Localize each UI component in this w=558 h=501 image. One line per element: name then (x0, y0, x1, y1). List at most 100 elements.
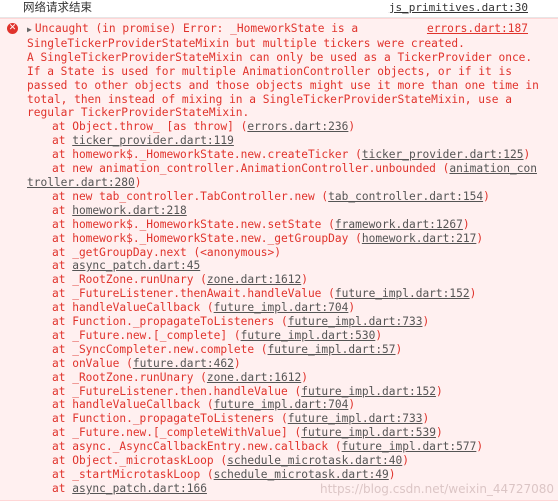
stack-frame-link[interactable]: future_impl.dart:733 (288, 412, 423, 425)
stack-frame-link[interactable]: schedule_microtask.dart:40 (227, 454, 402, 467)
stack-frame-suffix: ) (483, 189, 490, 203)
stack-frame: at handleValueCallback (future_impl.dart… (27, 301, 530, 315)
stack-frame-link[interactable]: async_patch.dart:166 (72, 482, 207, 495)
stack-frame-text: at new tab_controller.TabController.new … (52, 189, 329, 203)
stack-frame-link[interactable]: future_impl.dart:704 (214, 301, 349, 314)
stack-frame: at new animation_controller.AnimationCon… (27, 162, 537, 190)
stack-frame-suffix: ) (301, 273, 308, 287)
stack-frame-link[interactable]: framework.dart:1267 (335, 218, 463, 231)
stack-frame: at onValue (future.dart:462) (27, 357, 530, 371)
stack-frame-link[interactable]: future_impl.dart:57 (268, 343, 396, 356)
error-description: SingleTickerProviderStateMixin but multi… (27, 37, 539, 120)
stack-frame: at _getGroupDay.next (<anonymous>) (27, 246, 530, 260)
stack-frame-suffix: ) (348, 301, 356, 315)
console-log-row: 网络请求结束 js_primitives.dart:30 (0, 0, 558, 18)
stack-frame-link[interactable]: zone.dart:1612 (207, 273, 301, 286)
stack-frame: at new tab_controller.TabController.new … (27, 190, 530, 204)
stack-frame-text: at Object.throw_ [as throw] ( (52, 120, 248, 134)
stack-frame-link[interactable]: homework.dart:218 (72, 204, 187, 217)
stack-frame: at _RootZone.runUnary (zone.dart:1612) (27, 273, 530, 287)
stack-frame-text: at Function._propagateToListeners ( (52, 315, 288, 329)
stack-frame: at _Future.new.[_completeWithValue] (fut… (27, 426, 530, 440)
stack-frame-suffix: ) (422, 412, 430, 426)
error-description-line: If a State is used for multiple Animatio… (27, 64, 512, 78)
stack-frame-link[interactable]: errors.dart:236 (247, 120, 348, 133)
stack-frame-link[interactable]: future_impl.dart:539 (301, 426, 436, 439)
watermark: https://blog.csdn.net/weixin_44727080 (319, 482, 554, 497)
error-first-line: Uncaught (in promise) Error: _HomeworkSt… (34, 22, 359, 35)
stack-frame-text: at _FutureListener.then.handleValue ( (52, 384, 302, 398)
stack-frame-text: at _RootZone.runUnary ( (52, 273, 207, 287)
stack-frame-text: at onValue ( (52, 356, 133, 370)
stack-frame-text: at (52, 259, 73, 273)
stack-frame-link[interactable]: future_impl.dart:733 (288, 315, 423, 328)
stack-frame-text: at homework$._HomeworkState.new._getGrou… (52, 231, 362, 245)
stack-frame-link[interactable]: schedule_microtask.dart:49 (214, 468, 389, 481)
stack-frame-text: at async._AsyncCallbackEntry.new.callbac… (52, 440, 342, 454)
stack-frame: at _startMicrotaskLoop (schedule_microta… (27, 468, 530, 482)
stack-frame-text: at handleValueCallback ( (52, 398, 214, 412)
error-text: ▶ Uncaught (in promise) Error: _HomeworkS… (27, 22, 539, 496)
stack-frame: at async_patch.dart:45 (27, 259, 530, 273)
stack-frame-suffix: ) (462, 217, 470, 231)
stack-frame-link[interactable]: ticker_provider.dart:119 (72, 134, 234, 147)
stack-frame-suffix: ) (395, 342, 403, 356)
stack-frame-suffix: ) (469, 287, 477, 301)
error-description-line: regular TickerProviderStateMixin. (27, 106, 250, 120)
stack-frame: at ticker_provider.dart:119 (27, 134, 530, 148)
log-message: 网络请求结束 (23, 0, 92, 14)
stack-frame-link[interactable]: homework.dart:217 (362, 232, 477, 245)
stack-frame: at async._AsyncCallbackEntry.new.callbac… (27, 440, 530, 454)
stack-frame-text: at homework$._HomeworkState.new.createTi… (52, 148, 362, 162)
stack-frame: at Function._propagateToListeners (futur… (27, 412, 530, 426)
stack-frame-suffix: ) (435, 384, 443, 398)
error-icon: ✕ (7, 23, 18, 34)
stack-frame-link[interactable]: animation_con (449, 162, 537, 175)
stack-frame-text: at Function._propagateToListeners ( (52, 412, 288, 426)
stack-frame-text: at _getGroupDay.next (<anonymous>) (52, 245, 282, 259)
stack-frame-link[interactable]: future_impl.dart:704 (214, 398, 349, 411)
stack-frame: at _RootZone.runUnary (zone.dart:1612) (27, 371, 530, 385)
stack-frame-text: at _RootZone.runUnary ( (52, 370, 207, 384)
stack-frame-link[interactable]: future_impl.dart:152 (301, 385, 436, 398)
stack-frame-text: at homework$._HomeworkState.new.setState… (52, 217, 335, 231)
stack-frame-link[interactable]: zone.dart:1612 (207, 371, 301, 384)
stack-frame-text: at handleValueCallback ( (52, 301, 214, 315)
stack-frame-suffix: ) (523, 148, 531, 162)
stack-frame: at _SyncCompleter.new.complete (future_i… (27, 343, 530, 357)
error-description-line: passed to other objects and those object… (27, 78, 539, 92)
stack-frame-link[interactable]: future_impl.dart:152 (335, 287, 470, 300)
stack-frame: at _FutureListener.thenAwait.handleValue… (27, 287, 530, 301)
stack-frame-link[interactable]: tab_controller.dart:154 (328, 190, 483, 203)
stack-frame-link[interactable]: async_patch.dart:45 (72, 259, 200, 272)
stack-frame-link[interactable]: future_impl.dart:530 (241, 329, 376, 342)
stack-frame-text: at (52, 134, 73, 148)
stack-frame-suffix: ) (476, 231, 484, 245)
stack-frame-text: at _FutureListener.thenAwait.handleValue… (52, 287, 335, 301)
stack-frame-suffix: ) (233, 356, 241, 370)
stack-frame: at homework$._HomeworkState.new.createTi… (27, 148, 530, 162)
stack-frame: at Function._propagateToListeners (futur… (27, 315, 530, 329)
stack-frame: at Object.throw_ [as throw] (errors.dart… (27, 120, 530, 134)
stack-frame: at homework.dart:218 (27, 204, 530, 218)
stack-frame-text: at _SyncCompleter.new.complete ( (52, 342, 268, 356)
error-description-line: total, then instead of mixing in a Singl… (27, 92, 512, 106)
stack-frame-text: at _startMicrotaskLoop ( (52, 468, 214, 481)
stack-frame: at _Future.new.[_complete] (future_impl.… (27, 329, 530, 343)
stack-frame-suffix: ) (388, 468, 396, 481)
stack-frame: at Object._microtaskLoop (schedule_micro… (27, 454, 530, 468)
stack-frame-suffix: ) (402, 454, 409, 468)
log-source-link[interactable]: js_primitives.dart:30 (389, 1, 528, 15)
stack-frame-link[interactable]: ticker_provider.dart:125 (362, 148, 524, 161)
stack-frame-link-continued[interactable]: troller.dart:280 (27, 176, 135, 189)
stack-frame: at handleValueCallback (future_impl.dart… (27, 398, 530, 412)
stack-frame-link[interactable]: future_impl.dart:577 (342, 440, 477, 453)
stack-frame-text: at new animation_controller.AnimationCon… (52, 162, 450, 176)
stack-frame-suffix: ) (348, 120, 356, 134)
stack-frame-text: at _Future.new.[_completeWithValue] ( (52, 426, 302, 440)
expand-triangle-icon[interactable]: ▶ (27, 25, 32, 34)
stack-frame-text: at (52, 481, 73, 495)
stack-frame-link[interactable]: future.dart:462 (133, 357, 234, 370)
error-message-block: ✕ errors.dart:187 ▶ Uncaught (in promise)… (0, 18, 558, 501)
stack-frame-suffix: ) (301, 370, 308, 384)
